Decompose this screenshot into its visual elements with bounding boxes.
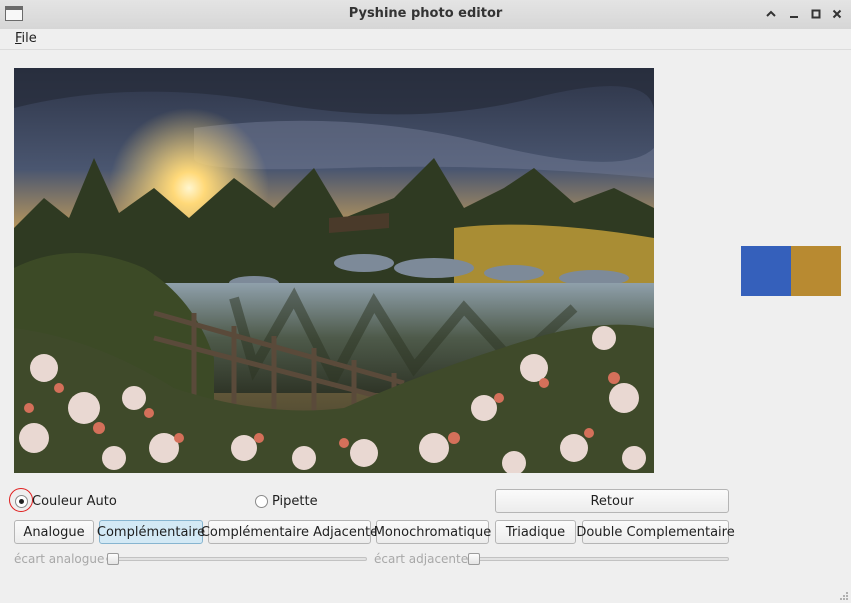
ecart-analogue-slider[interactable] [106,557,367,561]
complementaire-button[interactable]: Complémentaire [97,520,205,544]
palette-swatch-complement [791,246,841,296]
ecart-adjacente-label: écart adjacente [374,552,469,566]
menu-file[interactable]: File [15,31,37,46]
ecart-adjacente-slider[interactable] [467,557,729,561]
ecart-analogue-handle[interactable] [107,553,119,565]
resize-grip-icon[interactable] [839,591,849,601]
chevron-up-icon[interactable] [763,6,779,22]
window-title: Pyshine photo editor [348,6,503,21]
palette-swatch-primary [741,246,791,296]
menu-file-label: ile [21,31,37,46]
double-complementaire-button[interactable]: Double Complementaire [576,520,735,544]
monochromatique-button[interactable]: Monochromatique [374,520,491,544]
menu-bar: File [0,29,851,50]
title-bar: Pyshine photo editor [0,0,851,30]
ecart-adjacente-handle[interactable] [468,553,480,565]
retour-button[interactable]: Retour [495,489,729,513]
ecart-analogue-label: écart analogue [14,552,105,566]
radio-indicator-pipette[interactable] [255,495,268,508]
close-icon[interactable] [829,6,845,22]
complementaire-adjacente-button[interactable]: Complémentaire Adjacente [201,520,378,544]
radio-label-pipette: Pipette [272,494,318,509]
radio-indicator-auto[interactable] [15,495,28,508]
photo-preview [14,68,654,473]
minimize-icon[interactable] [786,6,802,22]
analogue-button[interactable]: Analogue [14,520,94,544]
radio-label-auto: Couleur Auto [32,494,117,509]
triadique-button[interactable]: Triadique [495,520,576,544]
maximize-icon[interactable] [808,6,824,22]
radio-pipette[interactable]: Pipette [255,494,318,509]
radio-couleur-auto[interactable]: Couleur Auto [15,494,117,509]
